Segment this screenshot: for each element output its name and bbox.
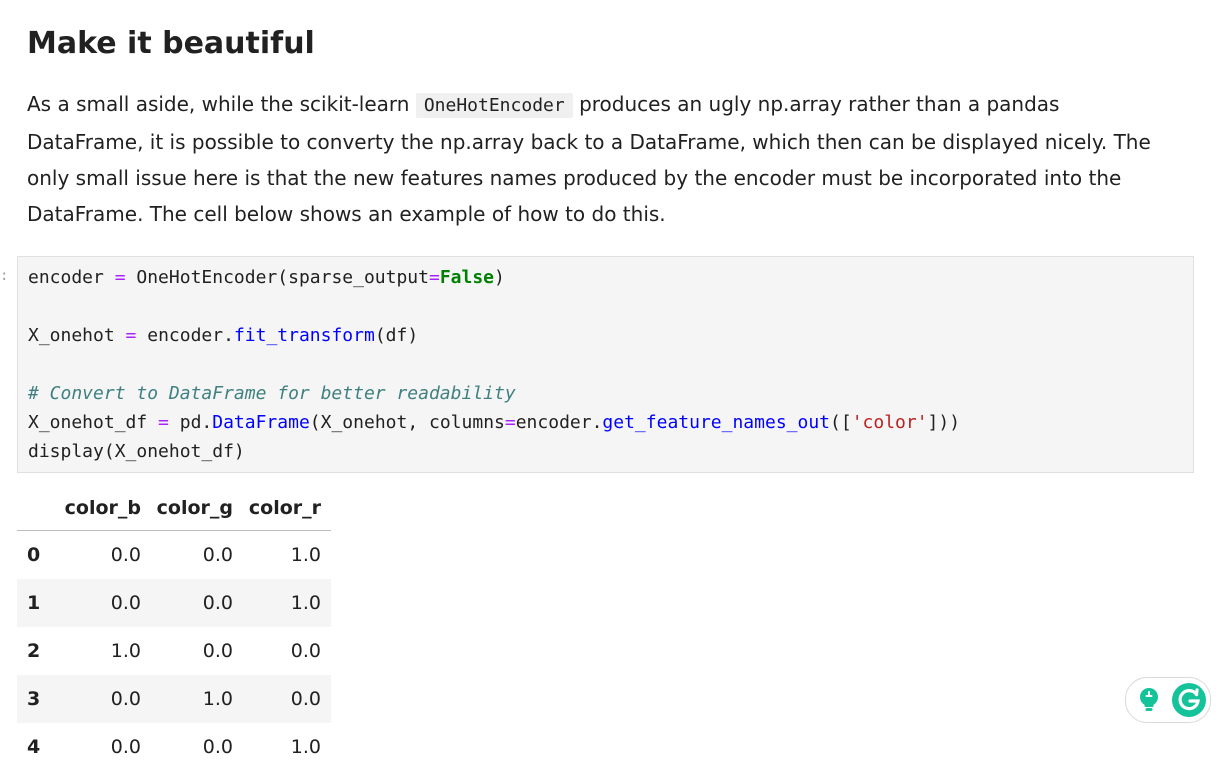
code-token: encoder	[28, 267, 115, 288]
table-cell: 0.0	[110, 736, 141, 758]
grammarly-g-icon[interactable]	[1171, 682, 1207, 718]
code-block[interactable]: encoder = OneHotEncoder(sparse_output=Fa…	[28, 263, 960, 466]
column-header-color-r: color_r	[233, 486, 331, 531]
table-cell: 0.0	[110, 592, 141, 614]
column-header-color-b: color_b	[63, 486, 141, 531]
code-token: (X_onehot, columns	[309, 412, 505, 433]
code-line-2: X_onehot = encoder.fit_transform(df)	[28, 321, 960, 350]
grammarly-widget[interactable]	[1125, 677, 1211, 723]
code-line-1: encoder = OneHotEncoder(sparse_output=Fa…	[28, 263, 960, 292]
table-header-row: color_b color_g color_r	[17, 486, 331, 531]
table-cell: 0.0	[290, 640, 321, 662]
table-row: 0 0.0 0.0 1.0	[17, 531, 331, 580]
code-token: ]))	[927, 412, 961, 433]
code-function: get_feature_names_out	[602, 412, 830, 433]
cell-prompt: :	[0, 268, 9, 284]
code-token: OneHotEncoder(sparse_output	[125, 267, 429, 288]
row-index: 4	[27, 736, 41, 758]
markdown-paragraph: As a small aside, while the scikit-learn…	[27, 86, 1157, 232]
code-operator: =	[428, 267, 440, 288]
table-cell: 1.0	[110, 640, 141, 662]
code-string: 'color'	[851, 412, 928, 433]
row-index: 3	[27, 688, 41, 710]
code-token: X_onehot	[28, 325, 126, 346]
code-function: fit_transform	[233, 325, 375, 346]
code-token: ([	[830, 412, 852, 433]
code-operator: =	[504, 412, 516, 433]
code-operator: =	[158, 412, 169, 433]
table-cell: 0.0	[202, 640, 233, 662]
table-cell: 0.0	[110, 544, 141, 566]
code-token: display(X_onehot_df)	[28, 441, 245, 462]
table-cell: 0.0	[202, 544, 233, 566]
table-row: 2 1.0 0.0 0.0	[17, 627, 331, 675]
code-operator: =	[114, 267, 126, 288]
row-index: 1	[27, 592, 41, 614]
row-index: 0	[27, 544, 41, 566]
code-token: )	[494, 267, 505, 288]
row-index: 2	[27, 640, 41, 662]
code-operator: =	[125, 325, 137, 346]
code-keyword: False	[439, 267, 495, 288]
table-row: 1 0.0 0.0 1.0	[17, 579, 331, 627]
code-line-3: # Convert to DataFrame for better readab…	[28, 379, 960, 408]
notebook-page: Make it beautiful As a small aside, whil…	[0, 0, 1223, 780]
code-token: (df)	[374, 325, 419, 346]
section-heading: Make it beautiful	[27, 26, 315, 61]
table-row: 3 0.0 1.0 0.0	[17, 675, 331, 723]
dataframe-output-table: color_b color_g color_r 0 0.0 0.0 1.0 1 …	[17, 486, 331, 771]
code-comment: # Convert to DataFrame for better readab…	[28, 383, 516, 404]
table-row: 4 0.0 0.0 1.0	[17, 723, 331, 771]
lightbulb-icon[interactable]	[1135, 686, 1163, 714]
code-line-4: X_onehot_df = pd.DataFrame(X_onehot, col…	[28, 408, 960, 437]
table-cell: 0.0	[202, 592, 233, 614]
index-header	[17, 486, 63, 531]
code-token: pd.	[168, 412, 213, 433]
code-function: DataFrame	[212, 412, 310, 433]
code-line-5: display(X_onehot_df)	[28, 437, 960, 466]
code-cell-editor[interactable]: encoder = OneHotEncoder(sparse_output=Fa…	[17, 256, 1211, 723]
table-cell: 0.0	[110, 688, 141, 710]
code-token: X_onehot_df	[28, 412, 159, 433]
code-token: encoder.	[515, 412, 603, 433]
paragraph-text-start: As a small aside, while the scikit-learn	[27, 92, 416, 116]
table-cell: 0.0	[202, 736, 233, 758]
table-cell: 1.0	[202, 688, 233, 710]
code-token: encoder.	[136, 325, 234, 346]
table-cell: 1.0	[290, 592, 321, 614]
column-header-color-g: color_g	[141, 486, 233, 531]
inline-code-onehotencoder: OneHotEncoder	[415, 93, 573, 118]
table-cell: 0.0	[290, 688, 321, 710]
table-cell: 1.0	[290, 736, 321, 758]
table-cell: 1.0	[290, 544, 321, 566]
